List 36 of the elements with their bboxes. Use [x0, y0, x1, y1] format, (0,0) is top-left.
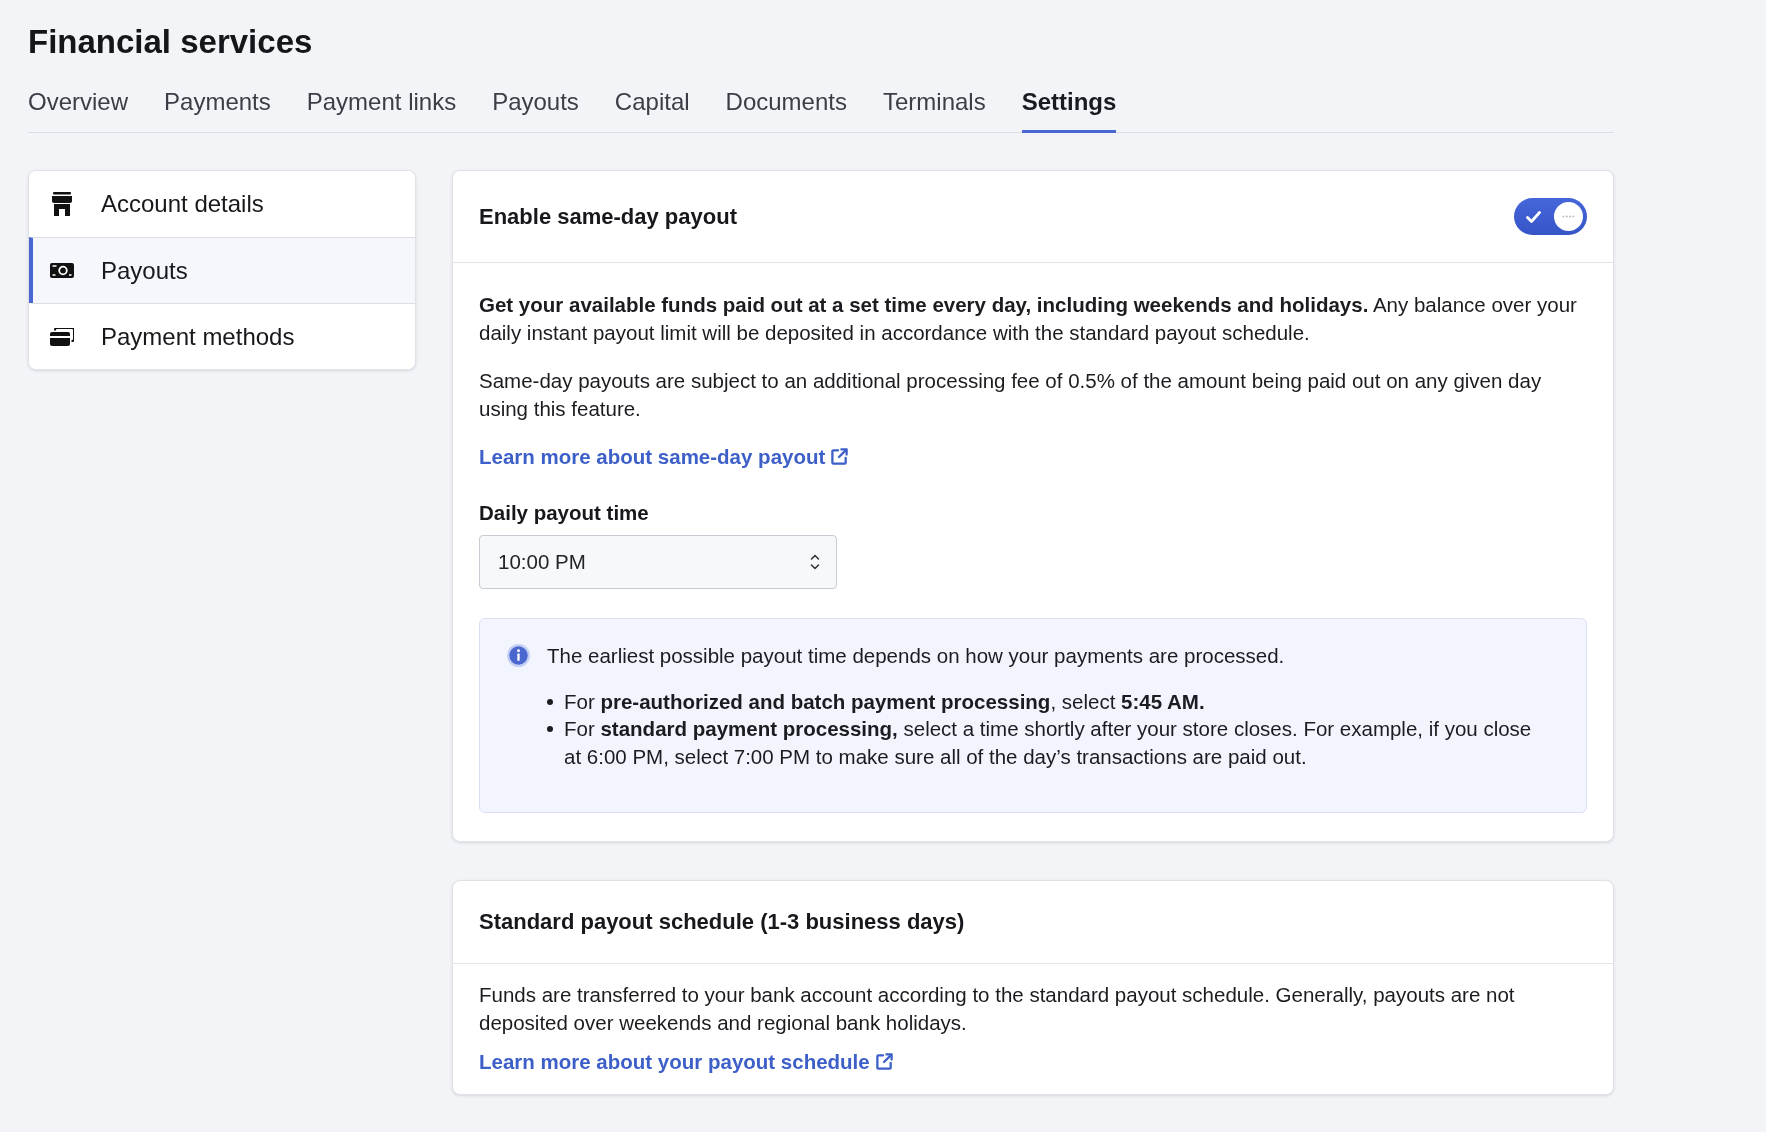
description-text: Funds are transferred to your bank account according to the standard payout schedule. Generally, payouts are not deposited over weekends and regional bank holidays.	[479, 982, 1516, 1036]
sidebar-item[interactable]: Payment methods	[29, 303, 415, 369]
notice-text: The earliest possible payout time depends on how your payments are processed.	[547, 643, 1285, 669]
card-title: Standard payout schedule (1-3 business days)	[479, 908, 965, 936]
check-icon	[1526, 210, 1541, 223]
store-icon	[50, 192, 74, 216]
bullet-icon	[547, 698, 553, 705]
time-select[interactable]: 10:00 PM	[479, 535, 837, 589]
sidebar-item[interactable]: Account details	[29, 171, 415, 237]
description-text: Same-day payouts are subject to an additional processing fee of 0.5% of the amount being paid out on any given day using this feature.	[479, 368, 1543, 422]
nav-tab[interactable]: Terminals	[882, 87, 986, 133]
cards-icon	[50, 327, 74, 346]
chevron-up-down-icon	[810, 553, 820, 571]
description-text: Get your available funds paid out at a set time every day, including weekends and holidays. Any balance over your daily instant payout limit will be deposited in accordance with the standard payout schedule.	[479, 292, 1578, 346]
bullet-text: For standard payment processing, select a time shortly after your store closes. For example, if you close at 6:00 PM, select 7:00 PM to make sure all of the day’s transactions are paid out.	[564, 716, 1533, 770]
switch-knob	[1554, 202, 1583, 231]
nav-tab[interactable]: Overview	[28, 87, 129, 133]
field-label: Daily payout time	[479, 499, 649, 526]
card-title: Enable same-day payout	[479, 202, 737, 231]
page-title: Financial services	[28, 22, 313, 62]
nav-tab[interactable]: Payouts	[492, 87, 579, 133]
nav-tab[interactable]: Documents	[725, 87, 847, 133]
nav-tab[interactable]: Payment links	[306, 87, 457, 133]
learn-more-link[interactable]: Learn more about same-day payout	[479, 443, 850, 471]
bullet-icon	[547, 726, 553, 732]
nav-tab[interactable]: Settings	[1021, 87, 1117, 133]
banknote-icon	[50, 263, 74, 278]
info-icon	[507, 644, 530, 668]
nav-tab[interactable]: Payments	[164, 87, 271, 133]
learn-more-link[interactable]: Learn more about your payout schedule	[479, 1048, 894, 1076]
sidebar-item[interactable]: Payouts	[29, 237, 415, 303]
external-link-icon	[830, 447, 850, 467]
bullet-text: For pre-authorized and batch payment processing, select 5:45 AM.	[564, 688, 1205, 715]
toggle-switch[interactable]	[1514, 198, 1587, 235]
external-link-icon	[874, 1052, 894, 1072]
nav-tab[interactable]: Capital	[614, 87, 690, 133]
